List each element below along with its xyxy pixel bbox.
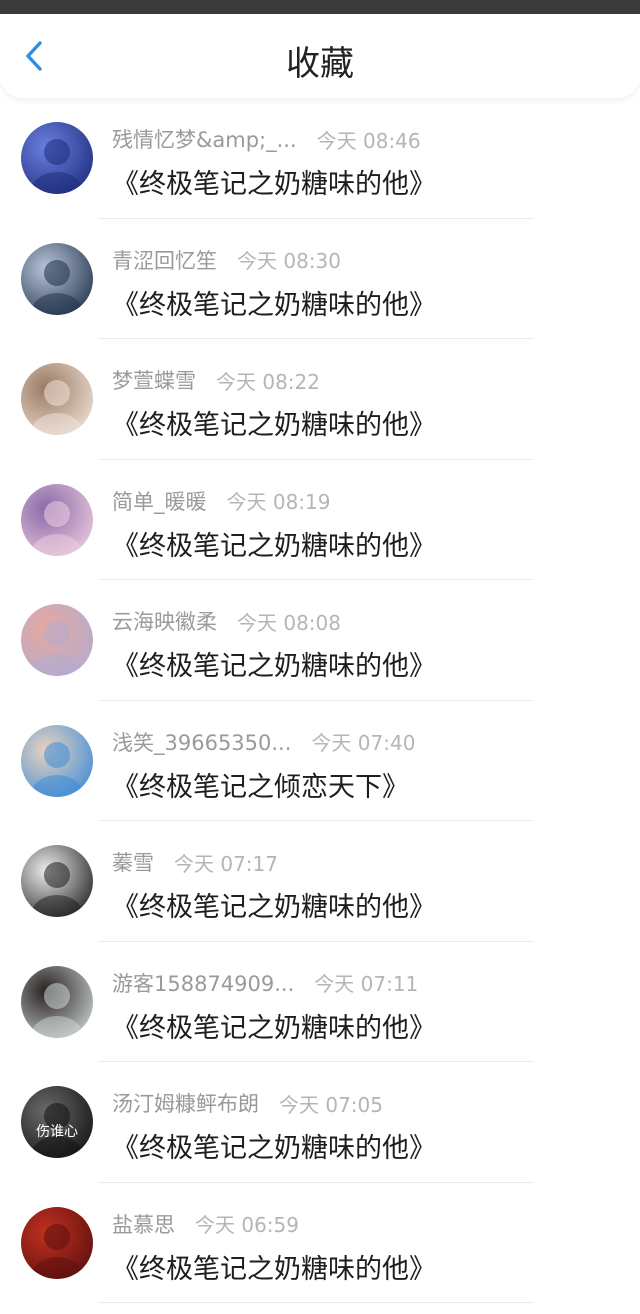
- list-item[interactable]: 梦萱蝶雪 今天 08:22 《终极笔记之奶糖味的他》: [0, 339, 640, 460]
- avatar[interactable]: [21, 845, 93, 917]
- timestamp: 今天 06:59: [195, 1213, 299, 1237]
- avatar[interactable]: [21, 604, 93, 676]
- chevron-left-icon: [26, 41, 42, 71]
- list-item[interactable]: 浅笑_39665350... 今天 07:40 《终极笔记之倾恋天下》: [0, 701, 640, 821]
- list-item[interactable]: 游客158874909... 今天 07:11 《终极笔记之奶糖味的他》: [0, 942, 640, 1062]
- list-item[interactable]: 青涩回忆笙 今天 08:30 《终极笔记之奶糖味的他》: [0, 219, 640, 339]
- avatar[interactable]: [21, 242, 93, 315]
- item-meta: 游客158874909... 今天 07:11: [112, 968, 418, 998]
- nickname: 简单_暖暖: [112, 489, 207, 514]
- item-meta: 盐慕思 今天 06:59: [112, 1209, 299, 1239]
- list-item[interactable]: 盐慕思 今天 06:59 《终极笔记之奶糖味的他》: [0, 1183, 640, 1303]
- avatar[interactable]: [21, 122, 93, 194]
- timestamp: 今天 07:05: [279, 1092, 383, 1117]
- nickname: 残情忆梦&amp;_...: [112, 128, 297, 152]
- timestamp: 今天 08:22: [216, 369, 320, 394]
- book-title[interactable]: 《终极笔记之奶糖味的他》: [112, 1126, 436, 1165]
- nickname: 盐慕思: [112, 1212, 175, 1237]
- book-title[interactable]: 《终极笔记之奶糖味的他》: [112, 644, 436, 683]
- status-bar: [0, 0, 640, 14]
- item-meta: 浅笑_39665350... 今天 07:40: [112, 727, 415, 757]
- book-title[interactable]: 《终极笔记之奶糖味的他》: [112, 885, 436, 924]
- timestamp: 今天 07:11: [314, 972, 419, 996]
- avatar[interactable]: [21, 483, 93, 556]
- divider: [98, 1302, 534, 1303]
- avatar[interactable]: [21, 1206, 93, 1279]
- timestamp: 今天 08:46: [316, 128, 421, 153]
- book-title[interactable]: 《终极笔记之奶糖味的他》: [112, 403, 436, 442]
- nickname: 蓁雪: [112, 851, 154, 875]
- timestamp: 今天 08:30: [237, 249, 341, 273]
- page-title: 收藏: [286, 44, 354, 84]
- nickname: 浅笑_39665350...: [112, 730, 292, 755]
- navigation-bar: 收藏: [0, 14, 640, 98]
- book-title[interactable]: 《终极笔记之奶糖味的他》: [112, 283, 436, 322]
- back-button[interactable]: [14, 36, 54, 76]
- item-meta: 残情忆梦&amp;_... 今天 08:46: [112, 124, 421, 154]
- favorites-list: 残情忆梦&amp;_... 今天 08:46 《终极笔记之奶糖味的他》 青涩回忆笙 今天…: [0, 98, 640, 1303]
- item-meta: 蓁雪 今天 07:17: [112, 847, 278, 877]
- item-meta: 简单_暖暖 今天 08:19: [112, 486, 331, 516]
- book-title[interactable]: 《终极笔记之奶糖味的他》: [112, 1247, 436, 1286]
- book-title[interactable]: 《终极笔记之倾恋天下》: [112, 765, 409, 804]
- list-item[interactable]: 伤谁心 汤汀姆糠鲆布朗 今天 07:05 《终极笔记之奶糖味的他》: [0, 1062, 640, 1183]
- book-title[interactable]: 《终极笔记之奶糖味的他》: [112, 1006, 436, 1045]
- nickname: 云海映徽柔: [112, 610, 217, 634]
- item-meta: 云海映徽柔 今天 08:08: [112, 606, 341, 636]
- book-title[interactable]: 《终极笔记之奶糖味的他》: [112, 524, 436, 563]
- avatar[interactable]: [21, 965, 93, 1038]
- item-meta: 汤汀姆糠鲆布朗 今天 07:05: [112, 1088, 383, 1118]
- timestamp: 今天 08:19: [226, 490, 331, 514]
- avatar[interactable]: 伤谁心: [21, 1086, 93, 1158]
- timestamp: 今天 07:40: [311, 731, 416, 755]
- list-item[interactable]: 云海映徽柔 今天 08:08 《终极笔记之奶糖味的他》: [0, 580, 640, 701]
- nickname: 青涩回忆笙: [112, 248, 217, 273]
- nickname: 汤汀姆糠鲆布朗: [112, 1092, 259, 1116]
- timestamp: 今天 08:08: [237, 610, 341, 635]
- item-meta: 青涩回忆笙 今天 08:30: [112, 245, 341, 275]
- nickname: 游客158874909...: [112, 971, 295, 996]
- avatar[interactable]: [21, 724, 93, 797]
- list-item[interactable]: 蓁雪 今天 07:17 《终极笔记之奶糖味的他》: [0, 821, 640, 942]
- list-item[interactable]: 残情忆梦&amp;_... 今天 08:46 《终极笔记之奶糖味的他》: [0, 98, 640, 219]
- item-meta: 梦萱蝶雪 今天 08:22: [112, 365, 320, 395]
- timestamp: 今天 07:17: [174, 851, 278, 876]
- avatar[interactable]: [21, 363, 93, 435]
- nickname: 梦萱蝶雪: [112, 369, 196, 393]
- list-item[interactable]: 简单_暖暖 今天 08:19 《终极笔记之奶糖味的他》: [0, 460, 640, 580]
- avatar-caption: 伤谁心: [36, 1124, 78, 1140]
- book-title[interactable]: 《终极笔记之奶糖味的他》: [112, 162, 436, 201]
